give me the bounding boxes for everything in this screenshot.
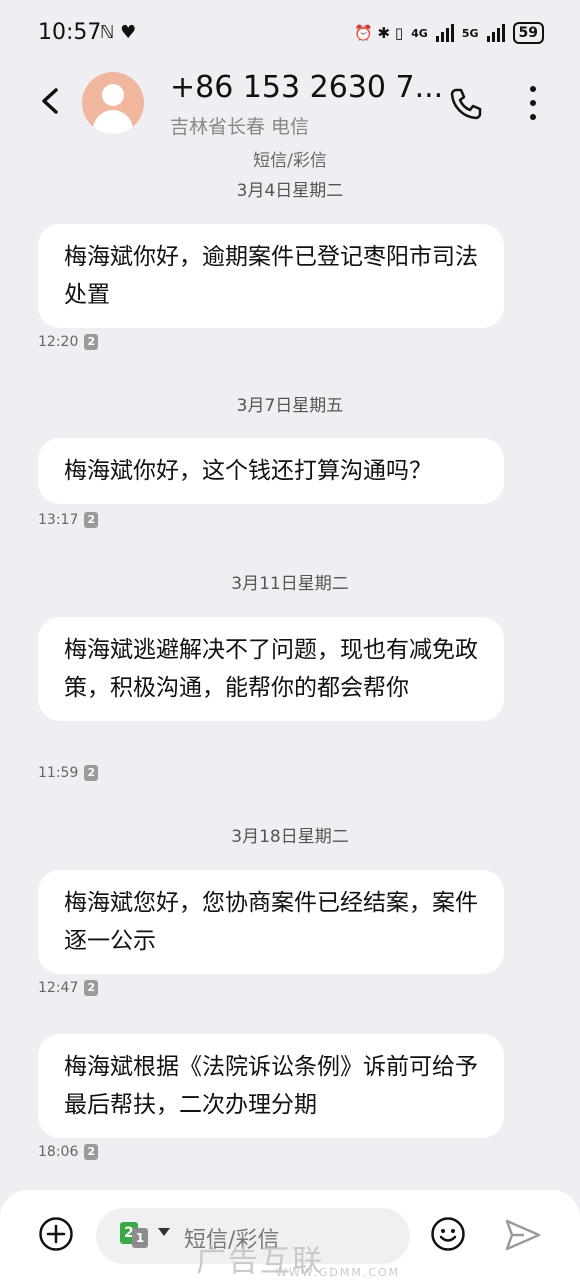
message-bubble[interactable]: 梅海斌你好，这个钱还打算沟通吗？ <box>38 438 504 504</box>
watermark-url: WWW.GDMM.COM <box>276 1266 401 1279</box>
signal-bars-icon-2 <box>486 24 505 42</box>
message-meta: 11:59 2 <box>38 765 99 781</box>
message-bubble[interactable]: 梅海斌你好，逾期案件已登记枣阳市司法处置 <box>38 224 504 328</box>
message-bubble[interactable]: 梅海斌逃避解决不了问题，现也有减免政策，积极沟通，能帮你的都会帮你 <box>38 617 504 721</box>
phone-icon[interactable] <box>448 86 484 122</box>
message-bubble[interactable]: 梅海斌您好，您协商案件已经结案，案件逐一公示 <box>38 870 504 974</box>
contact-name[interactable]: +86 153 2630 7... <box>170 70 443 105</box>
message-time: 12:47 <box>38 980 79 996</box>
status-time: 10:57 <box>38 20 102 45</box>
avatar-head <box>102 84 124 106</box>
message-time: 11:59 <box>38 765 79 781</box>
message-meta: 18:06 2 <box>38 1144 99 1160</box>
chevron-down-icon[interactable] <box>158 1228 170 1236</box>
status-bar: 10:57 ℕ ♥ ⏰ ✱ ▯ 4G 5G 59 <box>0 0 580 66</box>
sim-secondary-icon: 1 <box>132 1228 148 1248</box>
network-4g-label: 4G <box>411 26 428 40</box>
sim-icon: 2 <box>84 512 99 528</box>
network-5g-label: 5G <box>461 26 479 40</box>
message-time: 12:20 <box>38 334 79 350</box>
signal-bars-icon <box>435 24 454 42</box>
status-right-icons: ⏰ ✱ ▯ 4G 5G 59 <box>354 22 544 44</box>
battery-indicator: 59 <box>512 22 544 44</box>
send-icon[interactable] <box>504 1218 542 1252</box>
chevron-left-icon[interactable] <box>36 86 66 116</box>
smiley-icon[interactable] <box>430 1216 466 1252</box>
date-separator: 3月11日星期二 <box>231 574 349 594</box>
contact-location-carrier: 吉林省长春 电信 <box>170 116 310 138</box>
sim-selector[interactable]: 2 1 <box>120 1222 150 1248</box>
message-time: 13:17 <box>38 512 79 528</box>
more-vertical-icon[interactable] <box>528 86 538 120</box>
avatar-body <box>93 110 133 134</box>
sim-icon: 2 <box>84 334 99 350</box>
sim-icon: 2 <box>84 1144 99 1160</box>
channel-label: 短信/彩信 <box>253 151 327 171</box>
date-separator: 3月4日星期二 <box>236 181 344 201</box>
message-bubble[interactable]: 梅海斌根据《法院诉讼条例》诉前可给予最后帮扶，二次办理分期 <box>38 1034 504 1138</box>
avatar[interactable] <box>82 72 144 134</box>
message-meta: 12:47 2 <box>38 980 99 996</box>
plus-circle-icon[interactable] <box>38 1216 74 1252</box>
status-left-icons: ℕ ♥ <box>100 22 137 43</box>
message-meta: 13:17 2 <box>38 512 99 528</box>
message-time: 18:06 <box>38 1144 79 1160</box>
alarm-bluetooth-vibrate-icons: ⏰ ✱ ▯ <box>354 24 404 42</box>
date-separator: 3月7日星期五 <box>236 396 344 416</box>
sim-icon: 2 <box>84 980 99 996</box>
date-separator: 3月18日星期二 <box>231 827 349 847</box>
sim-icon: 2 <box>84 765 99 781</box>
message-meta: 12:20 2 <box>38 334 99 350</box>
